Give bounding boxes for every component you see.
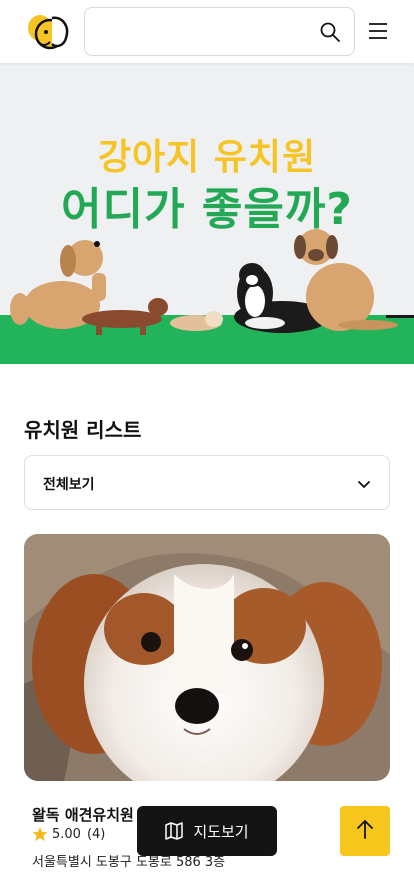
rating-value: 5.00 (52, 826, 81, 842)
hero-banner: 강아지 유치원 어디가 좋을까? (0, 63, 414, 364)
section-title: 유치원 리스트 (24, 418, 142, 442)
star-icon (32, 826, 48, 842)
map-view-label: 지도보기 (193, 822, 249, 841)
listing-name[interactable]: 왈독 애견유치원 (32, 804, 134, 825)
app-header (0, 0, 414, 63)
puppy-logo-icon[interactable] (26, 12, 70, 52)
hamburger-menu-icon[interactable] (368, 22, 388, 40)
search-icon[interactable] (320, 22, 340, 42)
map-icon (165, 822, 184, 840)
listing-photo[interactable] (24, 534, 390, 781)
review-count: (4) (86, 826, 106, 842)
scroll-top-button[interactable] (340, 806, 390, 856)
filter-selected-value: 전체보기 (43, 477, 95, 493)
search-bar (84, 7, 355, 56)
filter-dropdown[interactable]: 전체보기 (24, 455, 390, 510)
chevron-down-icon (357, 476, 371, 490)
search-input[interactable] (97, 18, 307, 46)
arrow-up-icon (356, 819, 374, 843)
listing-rating: 5.00 (4) (32, 826, 105, 842)
map-view-button[interactable]: 지도보기 (137, 806, 277, 856)
dogs-illustration (0, 229, 414, 364)
